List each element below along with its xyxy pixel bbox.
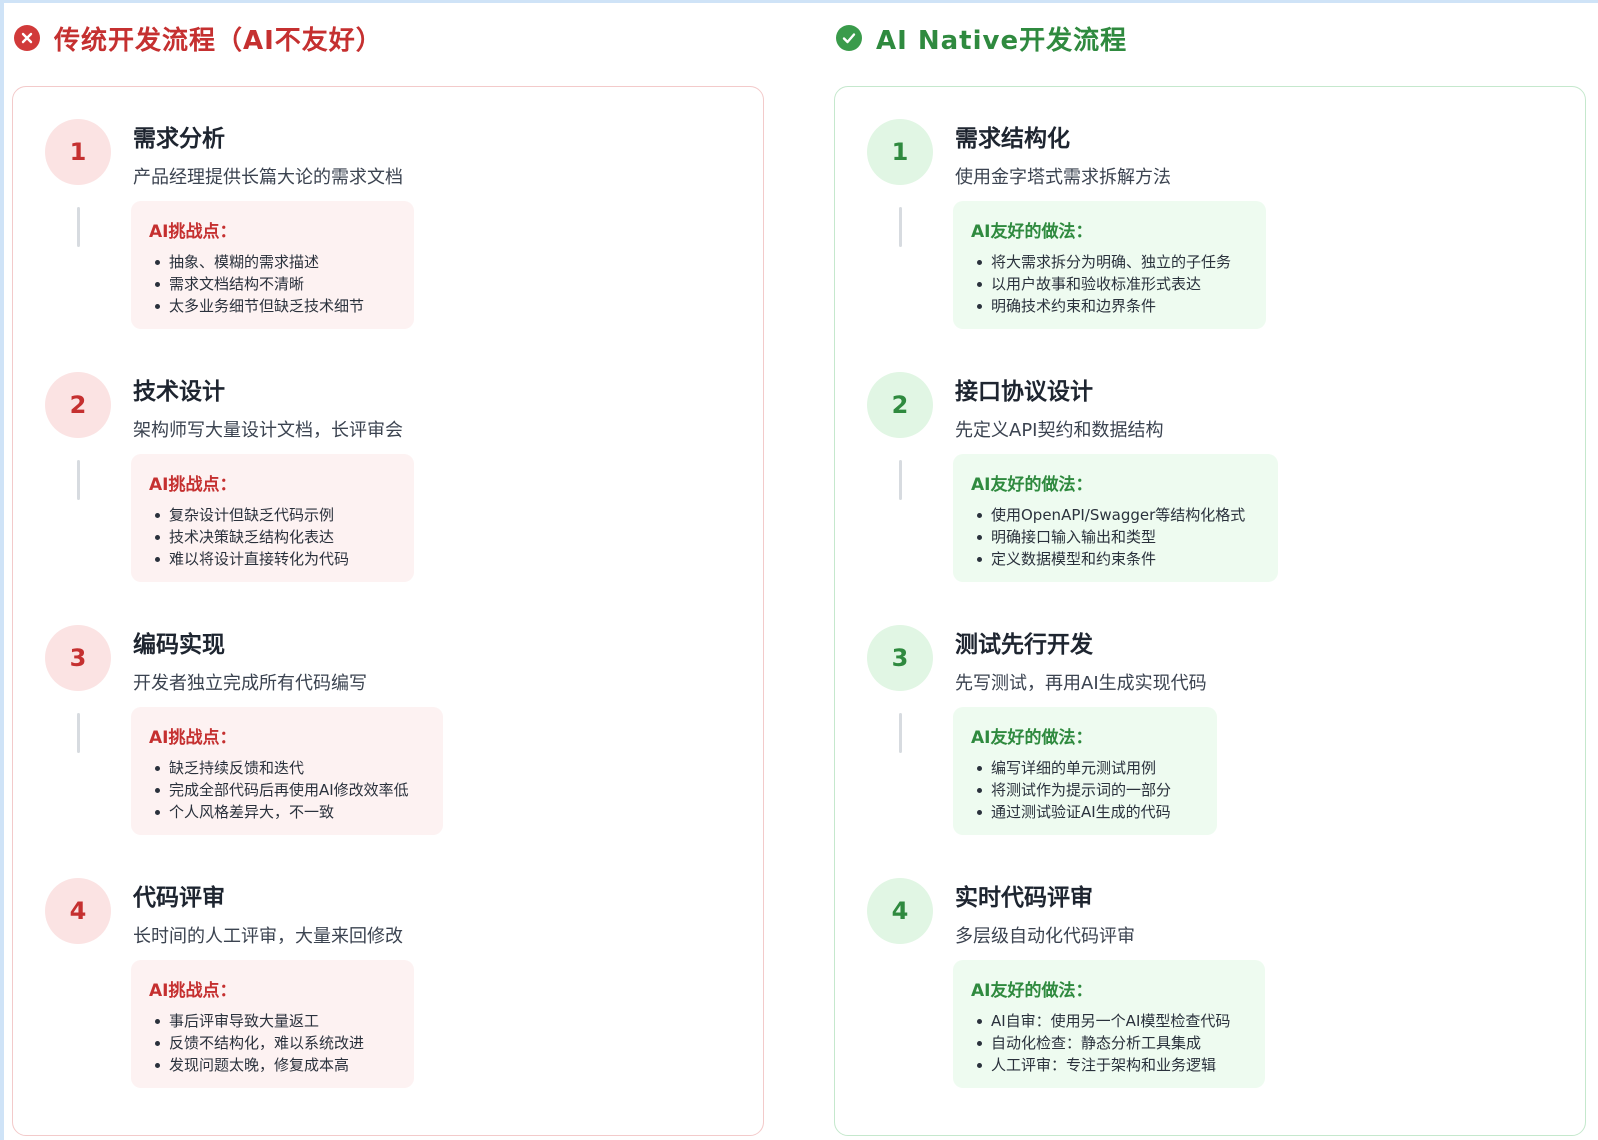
step-number: 1 [45, 119, 111, 185]
practice-list: 编写详细的单元测试用例 将测试作为提示词的一部分 通过测试验证AI生成的代码 [971, 757, 1201, 823]
step-title: 需求分析 [133, 126, 225, 152]
list-item: 自动化检查：静态分析工具集成 [971, 1032, 1249, 1054]
practice-box: AI友好的做法： 使用OpenAPI/Swagger等结构化格式 明确接口输入输… [953, 454, 1278, 582]
step-description: 先写测试，再用AI生成实现代码 [955, 673, 1207, 694]
list-item: 将大需求拆分为明确、独立的子任务 [971, 251, 1250, 273]
list-item: 使用OpenAPI/Swagger等结构化格式 [971, 504, 1262, 526]
practice-label: AI友好的做法： [971, 475, 1093, 495]
list-item: 难以将设计直接转化为代码 [149, 548, 398, 570]
check-circle-icon [836, 25, 862, 51]
step-connector [899, 207, 902, 247]
step-title: 代码评审 [133, 885, 225, 911]
list-item: 发现问题太晚，修复成本高 [149, 1054, 398, 1076]
step-connector [77, 460, 80, 500]
practice-label: AI友好的做法： [971, 222, 1093, 242]
list-item: 太多业务细节但缺乏技术细节 [149, 295, 398, 317]
challenge-list: 缺乏持续反馈和迭代 完成全部代码后再使用AI修改效率低 个人风格差异大，不一致 [149, 757, 427, 823]
step-title: 实时代码评审 [955, 885, 1093, 911]
list-item: 抽象、模糊的需求描述 [149, 251, 398, 273]
practice-box: AI友好的做法： AI自审：使用另一个AI模型检查代码 自动化检查：静态分析工具… [953, 960, 1265, 1088]
list-item: 复杂设计但缺乏代码示例 [149, 504, 398, 526]
step-number: 4 [45, 878, 111, 944]
challenge-label: AI挑战点： [149, 222, 237, 242]
list-item: 定义数据模型和约束条件 [971, 548, 1262, 570]
challenge-list: 抽象、模糊的需求描述 需求文档结构不清晰 太多业务细节但缺乏技术细节 [149, 251, 398, 317]
ai-native-title: AI Native开发流程 [876, 25, 1128, 56]
list-item: 技术决策缺乏结构化表达 [149, 526, 398, 548]
step-number: 4 [867, 878, 933, 944]
step-description: 先定义API契约和数据结构 [955, 420, 1164, 441]
list-item: 编写详细的单元测试用例 [971, 757, 1201, 779]
list-item: 需求文档结构不清晰 [149, 273, 398, 295]
window-left-edge [0, 0, 4, 1140]
list-item: 完成全部代码后再使用AI修改效率低 [149, 779, 427, 801]
step-number: 3 [45, 625, 111, 691]
list-item: 明确接口输入输出和类型 [971, 526, 1262, 548]
step-connector [899, 713, 902, 753]
challenge-box: AI挑战点： 事后评审导致大量返工 反馈不结构化，难以系统改进 发现问题太晚，修… [131, 960, 414, 1088]
step-title: 编码实现 [133, 632, 225, 658]
step-title: 技术设计 [133, 379, 225, 405]
list-item: 将测试作为提示词的一部分 [971, 779, 1201, 801]
practice-label: AI友好的做法： [971, 981, 1093, 1001]
challenge-box: AI挑战点： 抽象、模糊的需求描述 需求文档结构不清晰 太多业务细节但缺乏技术细… [131, 201, 414, 329]
x-circle-icon [14, 25, 40, 51]
list-item: 明确技术约束和边界条件 [971, 295, 1250, 317]
traditional-title: 传统开发流程（AI不友好） [54, 25, 383, 56]
challenge-box: AI挑战点： 缺乏持续反馈和迭代 完成全部代码后再使用AI修改效率低 个人风格差… [131, 707, 443, 835]
list-item: 通过测试验证AI生成的代码 [971, 801, 1201, 823]
practice-box: AI友好的做法： 将大需求拆分为明确、独立的子任务 以用户故事和验收标准形式表达… [953, 201, 1266, 329]
practice-label: AI友好的做法： [971, 728, 1093, 748]
practice-box: AI友好的做法： 编写详细的单元测试用例 将测试作为提示词的一部分 通过测试验证… [953, 707, 1217, 835]
list-item: 缺乏持续反馈和迭代 [149, 757, 427, 779]
step-number: 3 [867, 625, 933, 691]
list-item: AI自审：使用另一个AI模型检查代码 [971, 1010, 1249, 1032]
step-description: 使用金字塔式需求拆解方法 [955, 167, 1171, 188]
step-title: 测试先行开发 [955, 632, 1093, 658]
challenge-label: AI挑战点： [149, 728, 237, 748]
traditional-panel: 1 需求分析 产品经理提供长篇大论的需求文档 AI挑战点： 抽象、模糊的需求描述… [12, 86, 764, 1136]
list-item: 人工评审：专注于架构和业务逻辑 [971, 1054, 1249, 1076]
step-title: 需求结构化 [955, 126, 1070, 152]
step-connector [899, 460, 902, 500]
step-connector [77, 713, 80, 753]
step-number: 2 [867, 372, 933, 438]
step-number: 2 [45, 372, 111, 438]
list-item: 个人风格差异大，不一致 [149, 801, 427, 823]
step-description: 架构师写大量设计文档，长评审会 [133, 420, 403, 441]
practice-list: 将大需求拆分为明确、独立的子任务 以用户故事和验收标准形式表达 明确技术约束和边… [971, 251, 1250, 317]
challenge-label: AI挑战点： [149, 981, 237, 1001]
challenge-list: 复杂设计但缺乏代码示例 技术决策缺乏结构化表达 难以将设计直接转化为代码 [149, 504, 398, 570]
list-item: 反馈不结构化，难以系统改进 [149, 1032, 398, 1054]
step-description: 开发者独立完成所有代码编写 [133, 673, 367, 694]
step-description: 产品经理提供长篇大论的需求文档 [133, 167, 403, 188]
window-top-edge [0, 0, 1598, 3]
challenge-box: AI挑战点： 复杂设计但缺乏代码示例 技术决策缺乏结构化表达 难以将设计直接转化… [131, 454, 414, 582]
challenge-label: AI挑战点： [149, 475, 237, 495]
step-title: 接口协议设计 [955, 379, 1093, 405]
list-item: 事后评审导致大量返工 [149, 1010, 398, 1032]
list-item: 以用户故事和验收标准形式表达 [971, 273, 1250, 295]
step-connector [77, 207, 80, 247]
traditional-header: 传统开发流程（AI不友好） [14, 18, 383, 58]
step-description: 长时间的人工评审，大量来回修改 [133, 926, 403, 947]
practice-list: 使用OpenAPI/Swagger等结构化格式 明确接口输入输出和类型 定义数据… [971, 504, 1262, 570]
practice-list: AI自审：使用另一个AI模型检查代码 自动化检查：静态分析工具集成 人工评审：专… [971, 1010, 1249, 1076]
step-description: 多层级自动化代码评审 [955, 926, 1135, 947]
challenge-list: 事后评审导致大量返工 反馈不结构化，难以系统改进 发现问题太晚，修复成本高 [149, 1010, 398, 1076]
ai-native-panel: 1 需求结构化 使用金字塔式需求拆解方法 AI友好的做法： 将大需求拆分为明确、… [834, 86, 1586, 1136]
step-number: 1 [867, 119, 933, 185]
ai-native-header: AI Native开发流程 [836, 18, 1127, 58]
